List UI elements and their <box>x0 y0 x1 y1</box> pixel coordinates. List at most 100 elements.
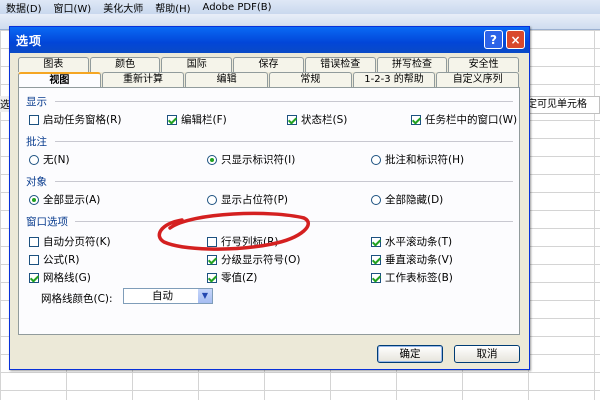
section-window-options-title: 窗口选项 <box>26 216 68 228</box>
options-dialog: 选项 ? × 图表 颜色 国际 保存 错误检查 拼写检查 安全性 视图 重新计算… <box>9 26 530 370</box>
section-divider <box>55 141 513 142</box>
tab-lotus-help[interactable]: 1-2-3 的帮助 <box>352 72 436 87</box>
gridline-color-select[interactable]: 自动 ▼ <box>123 288 213 304</box>
menu-bar: 数据(D) 窗口(W) 美化大师 帮助(H) Adobe PDF(B) <box>0 0 600 15</box>
page-breaks-checkbox[interactable]: 自动分页符(K) <box>29 234 111 249</box>
dialog-title: 选项 <box>16 33 43 48</box>
checkbox-label: 行号列标(R) <box>221 236 279 248</box>
checkbox-label: 公式(R) <box>43 254 80 266</box>
tab-error-checking[interactable]: 错误检查 <box>304 57 376 72</box>
checkbox-box <box>207 272 217 283</box>
tab-international[interactable]: 国际 <box>161 57 233 72</box>
tab-spelling[interactable]: 拼写检查 <box>376 57 448 72</box>
section-divider <box>55 181 513 182</box>
checkbox-label: 零值(Z) <box>221 272 258 284</box>
section-display-title: 显示 <box>26 96 47 108</box>
tab-strip: 图表 颜色 国际 保存 错误检查 拼写检查 安全性 视图 重新计算 编辑 常规 … <box>18 57 520 87</box>
menu-adobe-pdf[interactable]: Adobe PDF(B) <box>197 2 278 13</box>
radio-label: 批注和标识符(H) <box>385 154 465 166</box>
checkbox-box <box>29 272 39 283</box>
checkbox-label: 任务栏中的窗口(W) <box>425 114 518 126</box>
background-right-text[interactable]: 定可见单元格 <box>526 96 600 114</box>
checkbox-label: 状态栏(S) <box>301 114 348 126</box>
sheet-tabs-checkbox[interactable]: 工作表标签(B) <box>371 270 453 285</box>
section-comments-title: 批注 <box>26 136 47 148</box>
objects-hide-all-radio[interactable]: 全部隐藏(D) <box>371 192 443 207</box>
checkbox-label: 网格线(G) <box>43 272 91 284</box>
status-bar-checkbox[interactable]: 状态栏(S) <box>287 112 347 127</box>
tab-calculation[interactable]: 重新计算 <box>101 72 185 87</box>
formulas-checkbox[interactable]: 公式(R) <box>29 252 80 267</box>
tab-chart[interactable]: 图表 <box>18 57 89 72</box>
radio-label: 显示占位符(P) <box>221 194 289 206</box>
tab-security[interactable]: 安全性 <box>448 57 520 72</box>
comments-indicator-only-radio[interactable]: 只显示标识符(I) <box>207 152 295 167</box>
ok-button[interactable]: 确定 <box>377 345 443 363</box>
tab-save[interactable]: 保存 <box>233 57 304 72</box>
radio-circle <box>371 194 381 205</box>
close-button[interactable]: × <box>506 30 525 49</box>
checkbox-box <box>287 114 297 125</box>
help-button[interactable]: ? <box>484 30 503 49</box>
checkbox-box <box>207 254 217 265</box>
zero-values-checkbox[interactable]: 零值(Z) <box>207 270 257 285</box>
objects-show-all-radio[interactable]: 全部显示(A) <box>29 192 100 207</box>
checkbox-label: 启动任务窗格(R) <box>43 114 122 126</box>
comments-and-indicator-radio[interactable]: 批注和标识符(H) <box>371 152 464 167</box>
radio-circle <box>371 154 381 165</box>
section-objects-title: 对象 <box>26 176 47 188</box>
row-col-headers-checkbox[interactable]: 行号列标(R) <box>207 234 279 249</box>
formula-bar-checkbox[interactable]: 编辑栏(F) <box>167 112 227 127</box>
checkbox-label: 垂直滚动条(V) <box>385 254 453 266</box>
radio-label: 无(N) <box>43 154 70 166</box>
checkbox-label: 自动分页符(K) <box>43 236 111 248</box>
menu-beautify[interactable]: 美化大师 <box>97 0 149 15</box>
checkbox-box <box>29 236 39 247</box>
checkbox-box <box>167 114 177 125</box>
checkbox-box <box>371 272 381 283</box>
gridlines-checkbox[interactable]: 网格线(G) <box>29 270 91 285</box>
dialog-titlebar[interactable]: 选项 <box>10 27 529 53</box>
checkbox-label: 水平滚动条(T) <box>385 236 453 248</box>
radio-circle <box>207 194 217 205</box>
objects-placeholders-radio[interactable]: 显示占位符(P) <box>207 192 288 207</box>
tab-general[interactable]: 常规 <box>269 72 352 87</box>
checkbox-box <box>411 114 421 125</box>
section-divider <box>75 221 513 222</box>
radio-circle <box>207 154 217 165</box>
vertical-scrollbar-checkbox[interactable]: 垂直滚动条(V) <box>371 252 453 267</box>
startup-task-pane-checkbox[interactable]: 启动任务窗格(R) <box>29 112 122 127</box>
gridline-color-label: 网格线颜色(C): <box>41 293 113 305</box>
radio-circle <box>29 154 39 165</box>
comments-none-radio[interactable]: 无(N) <box>29 152 70 167</box>
checkbox-label: 工作表标签(B) <box>385 272 453 284</box>
checkbox-label: 分级显示符号(O) <box>221 254 301 266</box>
tab-edit[interactable]: 编辑 <box>185 72 269 87</box>
cancel-button[interactable]: 取消 <box>454 345 520 363</box>
radio-label: 全部显示(A) <box>43 194 101 206</box>
chevron-down-icon[interactable]: ▼ <box>198 289 212 303</box>
menu-data[interactable]: 数据(D) <box>0 0 48 15</box>
outline-symbols-checkbox[interactable]: 分级显示符号(O) <box>207 252 300 267</box>
menu-help[interactable]: 帮助(H) <box>149 0 196 15</box>
checkbox-box <box>29 254 39 265</box>
gridline-color-value: 自动 <box>152 290 173 302</box>
checkbox-box <box>207 236 217 247</box>
section-divider <box>55 101 513 102</box>
checkbox-box <box>371 236 381 247</box>
checkbox-box <box>29 114 39 125</box>
tab-custom-lists[interactable]: 自定义序列 <box>436 72 520 87</box>
checkbox-box <box>371 254 381 265</box>
horizontal-scrollbar-checkbox[interactable]: 水平滚动条(T) <box>371 234 452 249</box>
tab-view[interactable]: 视图 <box>18 72 101 87</box>
tab-row-1: 图表 颜色 国际 保存 错误检查 拼写检查 安全性 <box>18 57 520 72</box>
tab-row-2: 视图 重新计算 编辑 常规 1-2-3 的帮助 自定义序列 <box>18 72 520 87</box>
radio-label: 全部隐藏(D) <box>385 194 444 206</box>
checkbox-label: 编辑栏(F) <box>181 114 227 126</box>
windows-in-taskbar-checkbox[interactable]: 任务栏中的窗口(W) <box>411 112 517 127</box>
radio-circle <box>29 194 39 205</box>
menu-window[interactable]: 窗口(W) <box>48 0 98 15</box>
tab-color[interactable]: 颜色 <box>89 57 161 72</box>
view-tab-panel: 显示 启动任务窗格(R) 编辑栏(F) 状态栏(S) 任务栏中的窗口(W) 批注… <box>18 87 520 335</box>
radio-label: 只显示标识符(I) <box>221 154 296 166</box>
